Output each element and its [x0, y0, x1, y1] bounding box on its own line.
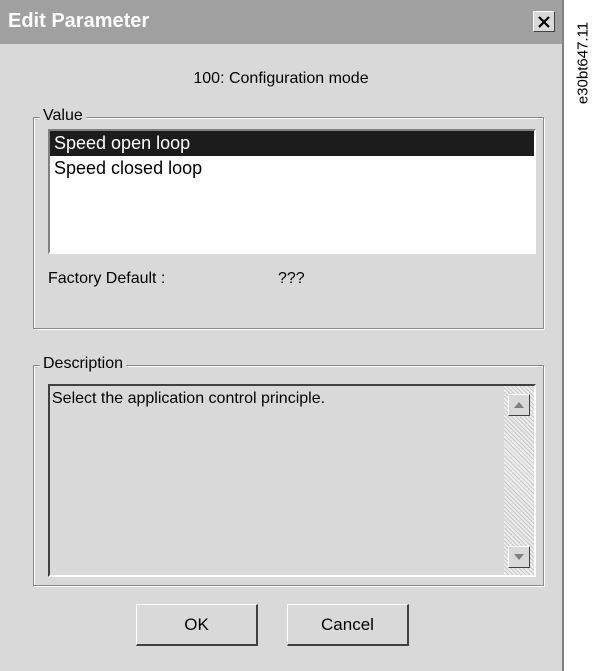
close-icon: [538, 15, 550, 28]
description-scrollbar[interactable]: [504, 386, 534, 575]
figure-code-text: e30bt647.11: [574, 21, 592, 105]
close-button[interactable]: [533, 11, 555, 32]
list-item-speed-closed-loop[interactable]: Speed closed loop: [50, 156, 534, 181]
scroll-down-button[interactable]: [508, 546, 530, 568]
ok-button[interactable]: OK: [136, 604, 258, 646]
arrow-down-icon: [514, 554, 524, 560]
description-text: Select the application control principle…: [52, 390, 326, 407]
scroll-up-button[interactable]: [508, 394, 530, 416]
list-item-speed-open-loop[interactable]: Speed open loop: [50, 131, 534, 156]
value-listbox[interactable]: Speed open loop Speed closed loop: [48, 129, 536, 254]
value-group-label: Value: [40, 107, 86, 125]
factory-default-value: ???: [278, 270, 305, 287]
factory-default-label: Factory Default :: [48, 270, 166, 287]
cancel-button[interactable]: Cancel: [287, 604, 409, 646]
description-group-label: Description: [40, 355, 127, 373]
description-text-area[interactable]: Select the application control principle…: [48, 384, 536, 577]
window-title: Edit Parameter: [8, 10, 150, 32]
arrow-up-icon: [514, 402, 524, 408]
figure-code: e30bt647.11: [572, 8, 594, 118]
parameter-title: 100: Configuration mode: [193, 70, 369, 87]
title-bar[interactable]: Edit Parameter: [0, 0, 562, 44]
edit-parameter-dialog: Edit Parameter 100: Configuration mode V…: [0, 0, 564, 671]
